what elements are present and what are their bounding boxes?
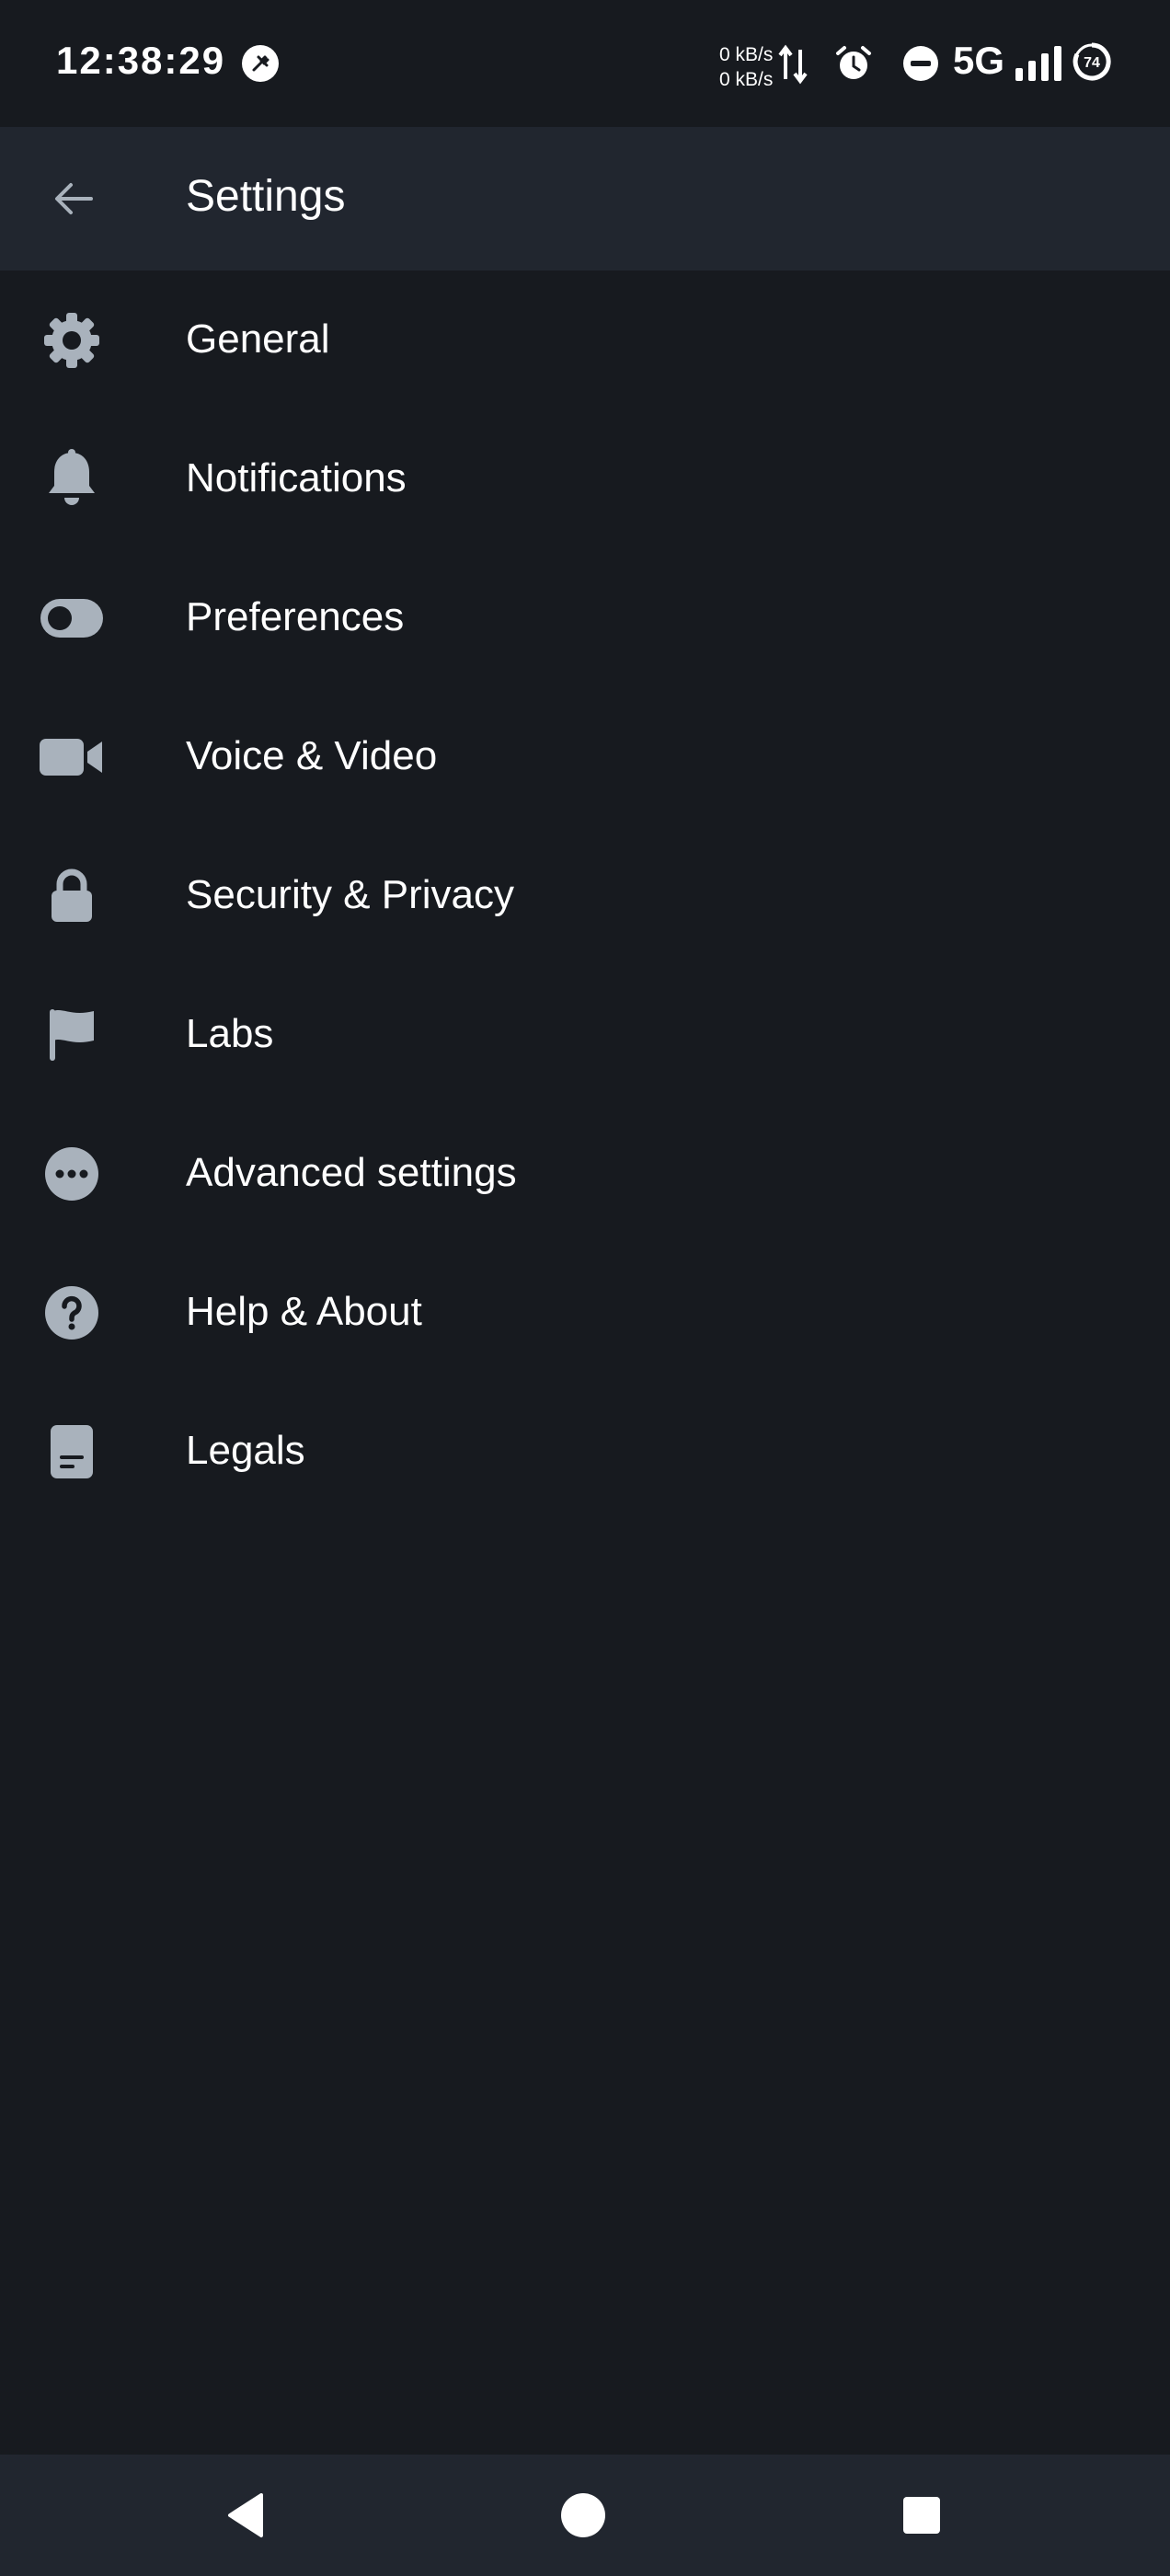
settings-item-label: Legals [186, 1428, 305, 1473]
recents-square-icon [903, 2497, 940, 2534]
page-title: Settings [186, 172, 346, 221]
data-transfer-icon [778, 44, 808, 85]
battery-icon: 74 [1072, 42, 1111, 81]
settings-item-labs[interactable]: Labs [0, 965, 1170, 1104]
back-button[interactable] [37, 162, 110, 236]
more-horizontal-icon [37, 1144, 107, 1203]
settings-item-legals[interactable]: Legals [0, 1382, 1170, 1521]
battery-level: 74 [1084, 55, 1100, 71]
settings-item-notifications[interactable]: Notifications [0, 409, 1170, 548]
nav-home-button[interactable] [546, 2478, 620, 2552]
status-time: 12:38:29 [56, 39, 226, 82]
network-type: 5G [953, 39, 1005, 82]
system-navigation-bar [0, 2455, 1170, 2576]
settings-item-label: Security & Privacy [186, 872, 514, 917]
back-triangle-icon [228, 2493, 263, 2537]
settings-item-label: Voice & Video [186, 733, 438, 778]
bell-icon [37, 449, 107, 509]
video-camera-icon [37, 728, 107, 787]
toggle-icon [37, 589, 107, 648]
help-circle-icon [37, 1283, 107, 1342]
settings-item-advanced-settings[interactable]: Advanced settings [0, 1104, 1170, 1243]
settings-item-label: Notifications [186, 455, 407, 500]
settings-item-label: General [186, 316, 330, 362]
nav-back-button[interactable] [210, 2478, 283, 2552]
arrow-left-icon [55, 183, 93, 214]
home-circle-icon [561, 2493, 605, 2537]
settings-item-security-privacy[interactable]: Security & Privacy [0, 826, 1170, 965]
document-icon [37, 1422, 107, 1481]
settings-item-voice-video[interactable]: Voice & Video [0, 687, 1170, 826]
flag-icon [37, 1006, 107, 1064]
app-bar: Settings [0, 127, 1170, 270]
settings-item-preferences[interactable]: Preferences [0, 548, 1170, 687]
settings-item-label: Labs [186, 1011, 274, 1056]
lock-icon [37, 867, 107, 926]
alarm-icon [836, 46, 871, 79]
do-not-disturb-icon [903, 46, 938, 81]
settings-item-label: Preferences [186, 594, 405, 639]
app-notification-icon [242, 45, 279, 82]
nav-recents-button[interactable] [885, 2478, 958, 2552]
signal-icon [1015, 46, 1061, 81]
settings-item-label: Advanced settings [186, 1150, 517, 1195]
settings-item-general[interactable]: General [0, 270, 1170, 409]
status-bar: 12:38:29 0 kB/s 0 kB/s 5G 74 [0, 0, 1170, 127]
settings-item-help-about[interactable]: Help & About [0, 1243, 1170, 1382]
gear-icon [37, 311, 107, 370]
settings-item-label: Help & About [186, 1289, 422, 1334]
